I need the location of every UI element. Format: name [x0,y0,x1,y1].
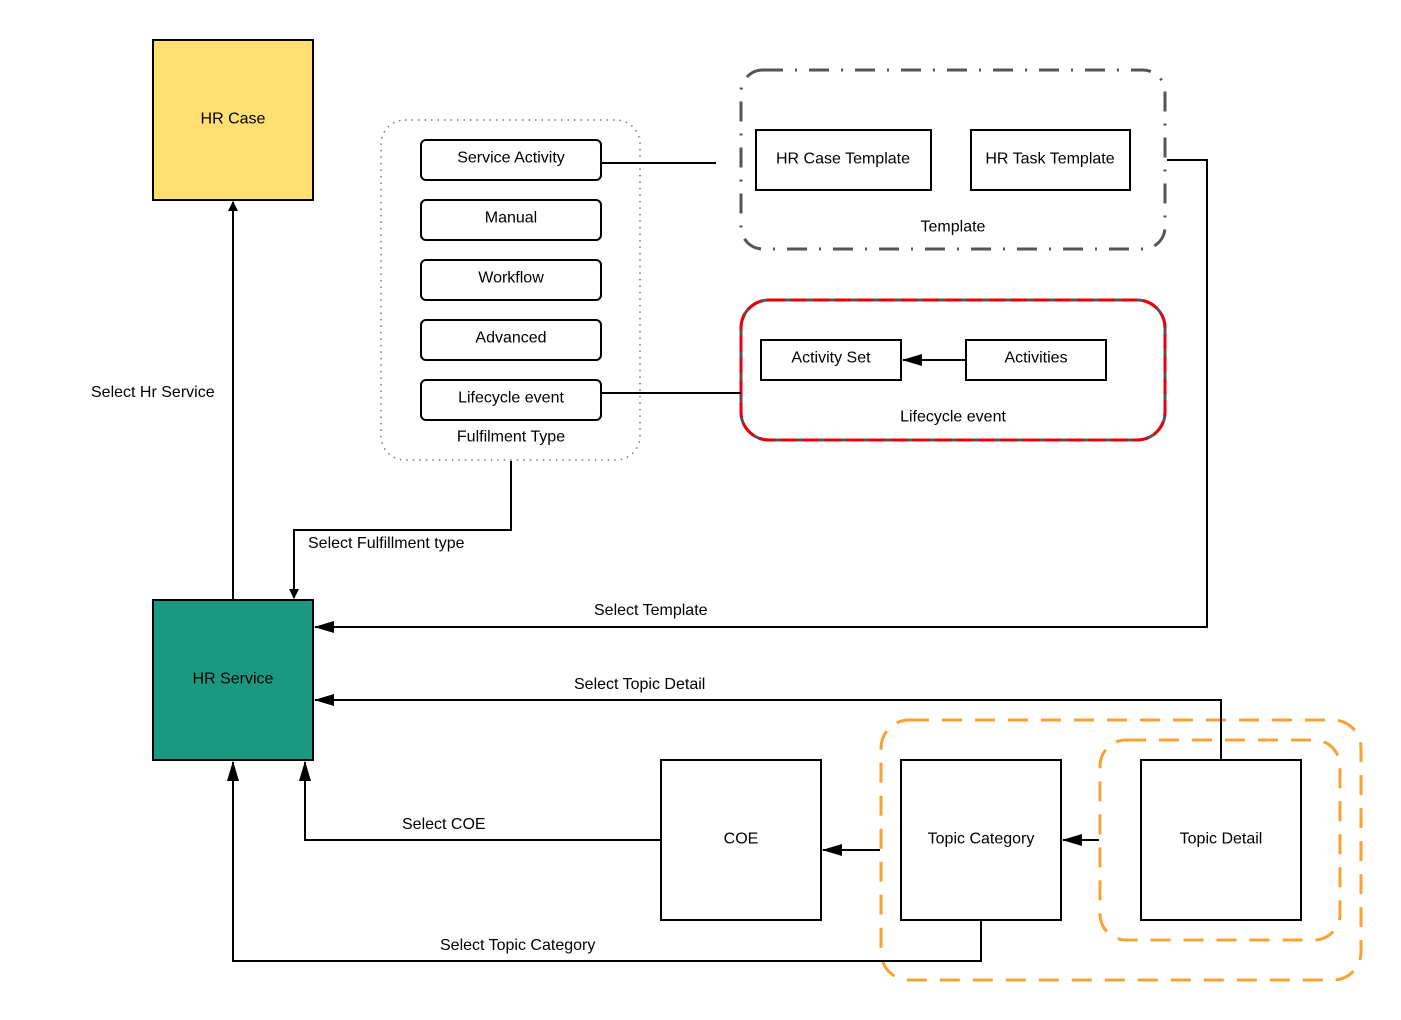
edge-label-select-fulfillment-type: Select Fulfillment type [308,535,465,552]
edge-label-select-template: Select Template [594,602,708,619]
lifecycle-item-label: Activities [1004,350,1067,367]
fulfilment-item-advanced[interactable]: Advanced [420,319,602,361]
fulfilment-item-workflow[interactable]: Workflow [420,259,602,301]
node-topic-category-label: Topic Category [928,831,1035,848]
fulfilment-item-service-activity[interactable]: Service Activity [420,139,602,181]
template-item-label: HR Case Template [776,151,910,168]
lifecycle-event-group-title: Lifecycle event [900,409,1006,426]
edge-select-fulfillment-type [289,461,512,599]
edge-label-select-hr-service: Select Hr Service [91,384,215,401]
template-group-title: Template [921,219,986,236]
edge-select-topic-detail [314,694,1222,760]
lifecycle-item-label: Activity Set [791,350,871,367]
template-item-hr-case-template[interactable]: HR Case Template [755,129,932,191]
fulfilment-item-label: Manual [485,210,537,227]
edge-label-select-coe: Select COE [402,816,486,833]
edge-select-topic-category [227,761,982,962]
node-hr-case-label: HR Case [201,111,266,128]
lifecycle-item-activity-set[interactable]: Activity Set [760,339,902,381]
node-topic-category[interactable]: Topic Category [900,759,1062,921]
edge-label-select-topic-detail: Select Topic Detail [574,676,705,693]
node-coe-label: COE [724,831,759,848]
node-hr-service-label: HR Service [193,671,274,688]
lifecycle-item-activities[interactable]: Activities [965,339,1107,381]
fulfilment-item-lifecycle-event[interactable]: Lifecycle event [420,379,602,421]
node-hr-service[interactable]: HR Service [152,599,314,761]
fulfilment-type-group-title: Fulfilment Type [457,429,565,446]
fulfilment-item-label: Lifecycle event [458,390,564,407]
node-coe[interactable]: COE [660,759,822,921]
node-topic-detail[interactable]: Topic Detail [1140,759,1302,921]
node-topic-detail-label: Topic Detail [1180,831,1263,848]
edge-label-select-topic-category: Select Topic Category [440,937,595,954]
fulfilment-item-manual[interactable]: Manual [420,199,602,241]
hr-service-diagram: Fulfilment Type Template Lifecycle event… [91,39,1363,982]
node-hr-case[interactable]: HR Case [152,39,314,201]
fulfilment-item-label: Service Activity [457,150,565,167]
fulfilment-item-label: Workflow [478,270,544,287]
template-item-hr-task-template[interactable]: HR Task Template [970,129,1131,191]
template-item-label: HR Task Template [985,151,1114,168]
fulfilment-item-label: Advanced [475,330,546,347]
